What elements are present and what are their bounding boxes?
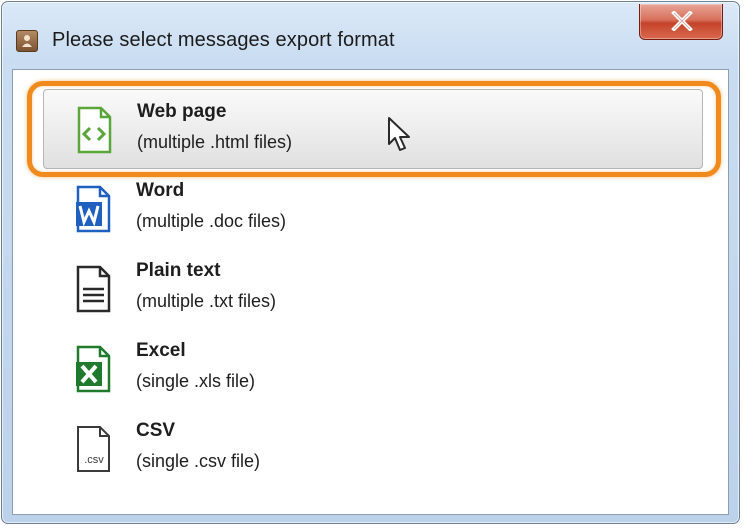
option-word[interactable]: Word (multiple .doc files) bbox=[43, 169, 703, 249]
option-name: Plain text bbox=[136, 260, 221, 281]
stage: Please select messages export format Web… bbox=[0, 0, 745, 529]
csv-icon-label: .csv bbox=[84, 454, 104, 466]
close-icon bbox=[671, 11, 693, 31]
option-description: (single .csv file) bbox=[136, 451, 261, 471]
mouse-cursor-icon bbox=[388, 117, 410, 151]
format-list: Web page (multiple .html files) Word (mu… bbox=[12, 69, 729, 515]
option-description: (single .xls file) bbox=[136, 371, 256, 391]
option-name: CSV bbox=[136, 420, 176, 441]
app-icon bbox=[16, 30, 38, 52]
option-description: (multiple .doc files) bbox=[136, 211, 287, 231]
option-web-page[interactable]: Web page (multiple .html files) bbox=[43, 89, 703, 169]
option-name: Excel bbox=[136, 340, 186, 361]
option-name: Word bbox=[136, 180, 185, 201]
plain-text-icon bbox=[76, 265, 111, 313]
close-button[interactable] bbox=[639, 4, 723, 40]
title-bar[interactable]: Please select messages export format bbox=[2, 2, 739, 68]
option-name: Web page bbox=[137, 101, 227, 122]
csv-icon: .csv bbox=[77, 426, 110, 472]
option-csv[interactable]: .csv CSV (single .csv file) bbox=[43, 409, 703, 489]
window-title: Please select messages export format bbox=[52, 29, 395, 51]
export-format-dialog: Please select messages export format Web… bbox=[1, 1, 740, 524]
option-plain-text[interactable]: Plain text (multiple .txt files) bbox=[43, 249, 703, 329]
word-icon bbox=[76, 185, 111, 233]
excel-icon bbox=[76, 345, 111, 393]
option-excel[interactable]: Excel (single .xls file) bbox=[43, 329, 703, 409]
option-description: (multiple .html files) bbox=[137, 132, 293, 152]
web-page-icon bbox=[77, 106, 112, 154]
option-description: (multiple .txt files) bbox=[136, 291, 277, 311]
